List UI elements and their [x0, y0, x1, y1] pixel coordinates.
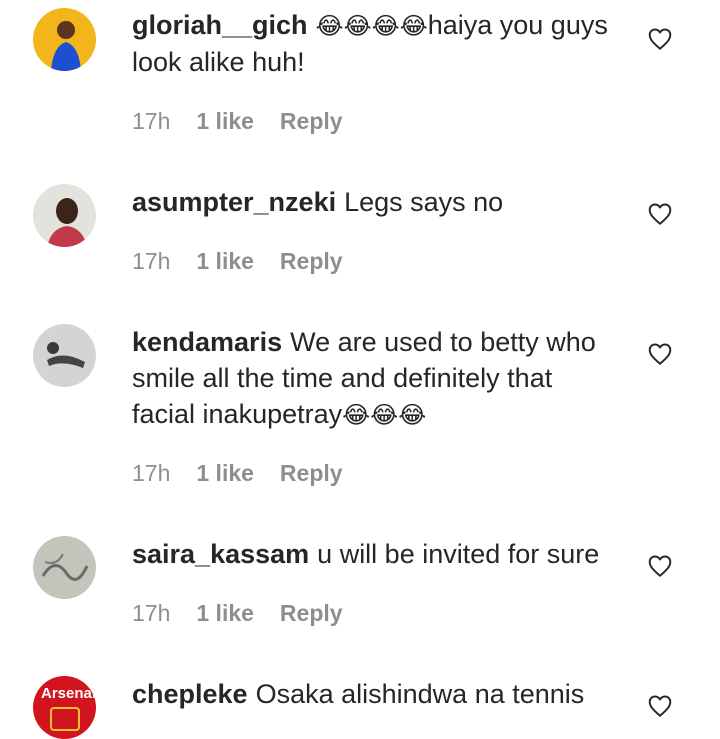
comment-time: 17h [132, 108, 171, 134]
reply-button[interactable]: Reply [280, 108, 343, 135]
comment-meta: 17h 1 like Reply [132, 108, 343, 135]
comment-text: gloriah__gich 😂😂😂😂haiya you guys look ali… [132, 7, 612, 80]
comment-time: 17h [132, 600, 171, 626]
comment-likes[interactable]: 1 like [196, 108, 254, 135]
comment-username[interactable]: chepleke [132, 679, 248, 709]
comment-time: 17h [132, 248, 171, 274]
comment-username[interactable]: saira_kassam [132, 539, 309, 569]
comment-body: Legs says no [344, 187, 504, 217]
heart-outline-icon[interactable] [647, 341, 673, 367]
comment-body: u will be invited for sure [317, 539, 600, 569]
comment-text: chepleke Osaka alishindwa na tennis [132, 676, 612, 712]
avatar[interactable] [33, 184, 96, 247]
reply-button[interactable]: Reply [280, 460, 343, 487]
emoji: 😂😂😂😂 [315, 12, 428, 40]
heart-outline-icon[interactable] [647, 693, 673, 719]
comment-meta: 17h 1 like Reply [132, 600, 343, 627]
comment-text: kendamaris We are used to betty who smile… [132, 324, 612, 433]
avatar[interactable] [33, 8, 96, 71]
avatar[interactable] [33, 536, 96, 599]
comment-meta: 17h 1 like Reply [132, 248, 343, 275]
comment-likes[interactable]: 1 like [196, 600, 254, 627]
reply-button[interactable]: Reply [280, 600, 343, 627]
avatar-text: Arsenal [41, 685, 96, 702]
comment-username[interactable]: kendamaris [132, 327, 282, 357]
comment-meta: 17h 1 like Reply [132, 460, 343, 487]
emoji: 😂😂😂 [342, 401, 427, 429]
comment-likes[interactable]: 1 like [196, 460, 254, 487]
avatar[interactable]: Arsenal [33, 676, 96, 739]
comment-text: saira_kassam u will be invited for sure [132, 536, 612, 572]
heart-outline-icon[interactable] [647, 26, 673, 52]
comment-likes[interactable]: 1 like [196, 248, 254, 275]
reply-button[interactable]: Reply [280, 248, 343, 275]
comment-username[interactable]: asumpter_nzeki [132, 187, 336, 217]
heart-outline-icon[interactable] [647, 553, 673, 579]
heart-outline-icon[interactable] [647, 201, 673, 227]
comment-body: Osaka alishindwa na tennis [255, 679, 585, 709]
comment-username[interactable]: gloriah__gich [132, 10, 308, 40]
avatar[interactable] [33, 324, 96, 387]
comment-text: asumpter_nzeki Legs says no [132, 184, 612, 220]
comment-time: 17h [132, 460, 171, 486]
